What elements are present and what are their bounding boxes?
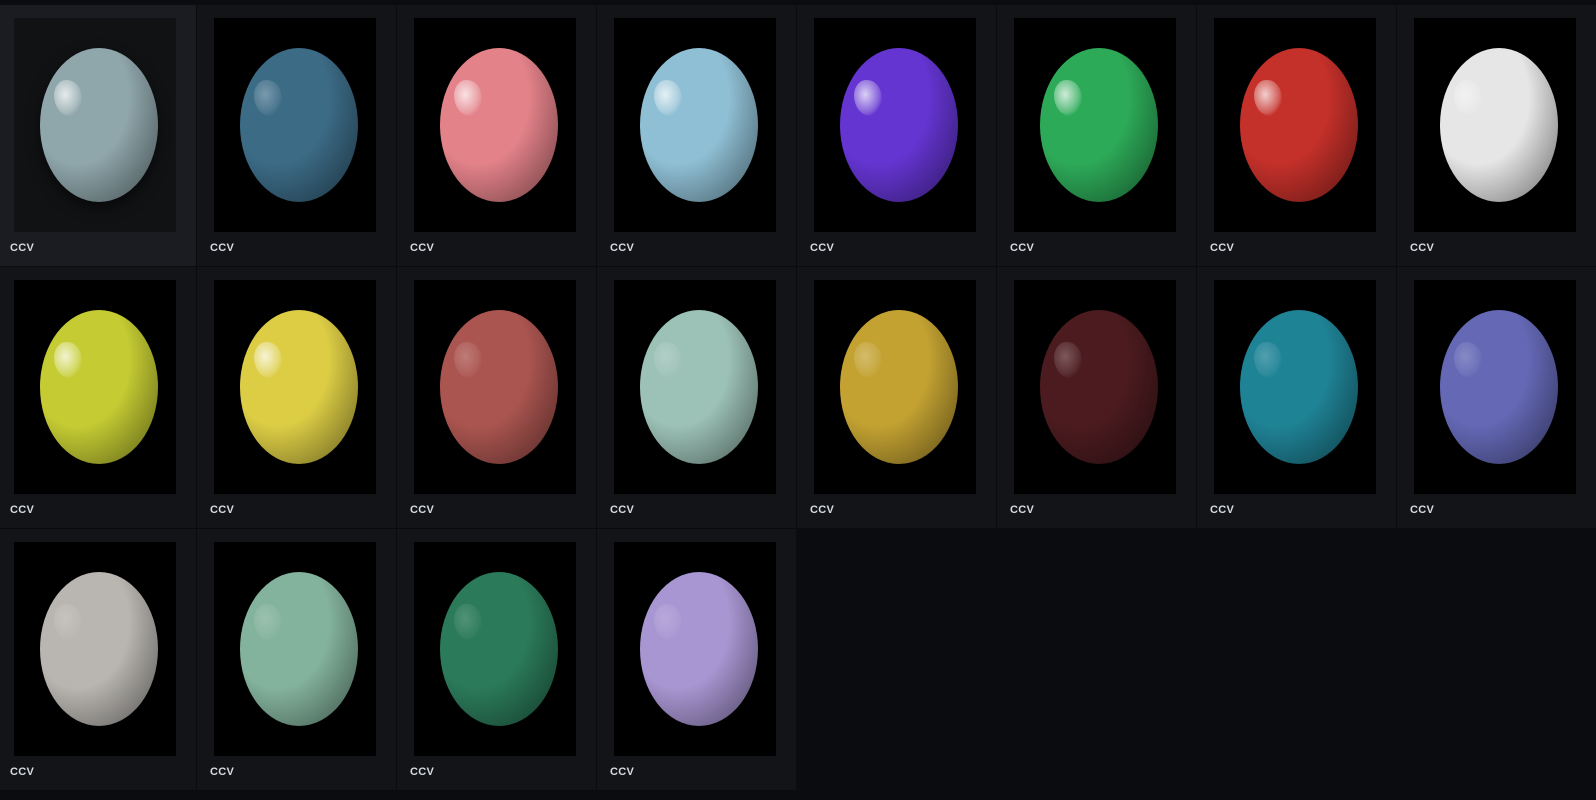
material-thumbnail bbox=[214, 18, 376, 232]
material-label: CCV bbox=[810, 242, 835, 254]
material-sphere-preview bbox=[1440, 48, 1558, 202]
material-label: CCV bbox=[610, 504, 635, 516]
material-sphere-preview bbox=[1440, 310, 1558, 464]
material-thumbnail bbox=[414, 18, 576, 232]
material-label: CCV bbox=[410, 504, 435, 516]
material-label: CCV bbox=[410, 766, 435, 778]
material-sphere-preview bbox=[440, 310, 558, 464]
material-tile[interactable]: CCV bbox=[0, 267, 197, 529]
material-tile[interactable]: CCV bbox=[197, 267, 397, 529]
material-tile[interactable]: CCV bbox=[197, 529, 397, 791]
material-tile[interactable]: CCV bbox=[0, 5, 197, 267]
material-thumbnail bbox=[1214, 280, 1376, 494]
material-label: CCV bbox=[1210, 242, 1235, 254]
material-thumbnail bbox=[614, 542, 776, 756]
material-thumbnail bbox=[214, 280, 376, 494]
material-sphere-preview bbox=[1240, 48, 1358, 202]
material-tile[interactable]: CCV bbox=[797, 267, 997, 529]
material-thumbnail bbox=[1014, 280, 1176, 494]
material-tile[interactable]: CCV bbox=[1397, 267, 1596, 529]
material-thumbnail bbox=[14, 18, 176, 232]
material-label: CCV bbox=[1410, 504, 1435, 516]
asset-grid: CCV CCV CCV CCV CCV CCV CCV CCV CCV CCV CCV CCV CCV C… bbox=[0, 0, 1596, 800]
material-tile[interactable]: CCV bbox=[597, 529, 797, 791]
material-sphere-preview bbox=[840, 48, 958, 202]
material-label: CCV bbox=[10, 766, 35, 778]
material-tile[interactable]: CCV bbox=[1197, 5, 1397, 267]
material-label: CCV bbox=[10, 242, 35, 254]
material-tile[interactable]: CCV bbox=[597, 267, 797, 529]
material-tile[interactable]: CCV bbox=[1397, 5, 1596, 267]
material-tile[interactable]: CCV bbox=[397, 5, 597, 267]
material-label: CCV bbox=[410, 242, 435, 254]
material-sphere-preview bbox=[840, 310, 958, 464]
material-label: CCV bbox=[1010, 504, 1035, 516]
material-label: CCV bbox=[210, 242, 235, 254]
material-thumbnail bbox=[614, 280, 776, 494]
material-thumbnail bbox=[1414, 18, 1576, 232]
material-tile[interactable]: CCV bbox=[997, 5, 1197, 267]
material-sphere-preview bbox=[240, 48, 358, 202]
material-label: CCV bbox=[1210, 504, 1235, 516]
material-sphere-preview bbox=[1040, 310, 1158, 464]
material-thumbnail bbox=[14, 280, 176, 494]
material-label: CCV bbox=[610, 766, 635, 778]
material-thumbnail bbox=[14, 542, 176, 756]
material-sphere-preview bbox=[240, 310, 358, 464]
material-label: CCV bbox=[1410, 242, 1435, 254]
material-tile[interactable]: CCV bbox=[1197, 267, 1397, 529]
material-thumbnail bbox=[614, 18, 776, 232]
material-sphere-preview bbox=[240, 572, 358, 726]
material-sphere-preview bbox=[440, 48, 558, 202]
material-sphere-preview bbox=[1040, 48, 1158, 202]
material-thumbnail bbox=[414, 280, 576, 494]
material-label: CCV bbox=[810, 504, 835, 516]
material-thumbnail bbox=[1214, 18, 1376, 232]
material-label: CCV bbox=[210, 766, 235, 778]
material-sphere-preview bbox=[40, 48, 158, 202]
material-thumbnail bbox=[814, 280, 976, 494]
material-thumbnail bbox=[1414, 280, 1576, 494]
material-sphere-preview bbox=[1240, 310, 1358, 464]
material-tile[interactable]: CCV bbox=[597, 5, 797, 267]
material-sphere-preview bbox=[440, 572, 558, 726]
material-label: CCV bbox=[10, 504, 35, 516]
material-thumbnail bbox=[814, 18, 976, 232]
material-tile[interactable]: CCV bbox=[197, 5, 397, 267]
material-tile[interactable]: CCV bbox=[397, 529, 597, 791]
material-sphere-preview bbox=[40, 572, 158, 726]
material-tile[interactable]: CCV bbox=[0, 529, 197, 791]
material-thumbnail bbox=[1014, 18, 1176, 232]
material-thumbnail bbox=[414, 542, 576, 756]
material-sphere-preview bbox=[40, 310, 158, 464]
material-tile[interactable]: CCV bbox=[997, 267, 1197, 529]
material-label: CCV bbox=[210, 504, 235, 516]
material-tile[interactable]: CCV bbox=[397, 267, 597, 529]
material-sphere-preview bbox=[640, 572, 758, 726]
material-thumbnail bbox=[214, 542, 376, 756]
material-tile[interactable]: CCV bbox=[797, 5, 997, 267]
material-sphere-preview bbox=[640, 48, 758, 202]
material-label: CCV bbox=[1010, 242, 1035, 254]
material-label: CCV bbox=[610, 242, 635, 254]
material-sphere-preview bbox=[640, 310, 758, 464]
